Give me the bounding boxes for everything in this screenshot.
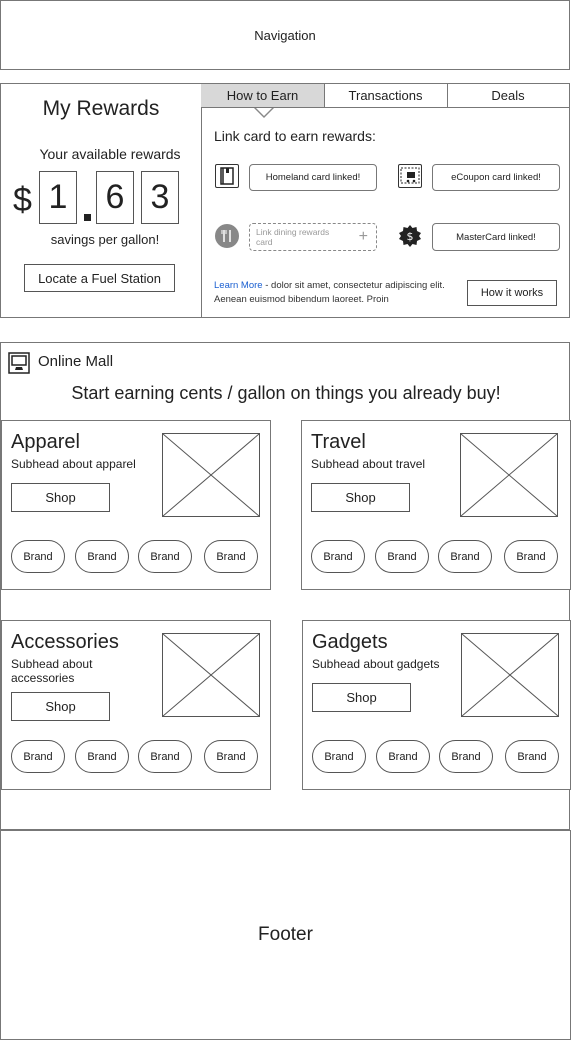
dining-icon xyxy=(215,224,239,248)
brand-button[interactable]: Brand xyxy=(11,540,65,573)
category-title: Gadgets xyxy=(312,631,388,653)
brand-button[interactable]: Brand xyxy=(75,540,129,573)
my-rewards-section: My Rewards Your available rewards $ 1 6 … xyxy=(1,84,202,317)
category-subhead: Subhead about gadgets xyxy=(312,657,440,671)
brand-button[interactable]: Brand xyxy=(505,740,559,773)
brand-button[interactable]: Brand xyxy=(204,740,258,773)
reward-digit: 1 xyxy=(39,171,77,224)
tab-transactions[interactable]: Transactions xyxy=(324,84,448,108)
image-placeholder xyxy=(461,633,559,717)
navigation-bar: Navigation xyxy=(0,0,570,70)
ecoupon-card-status[interactable]: eCoupon card linked! xyxy=(432,164,560,191)
category-card-travel: Travel Subhead about travel Shop Brand B… xyxy=(301,420,571,590)
category-card-gadgets: Gadgets Subhead about gadgets Shop Brand… xyxy=(302,620,571,790)
tab-deals[interactable]: Deals xyxy=(447,84,569,108)
online-mall-title: Online Mall xyxy=(38,353,114,370)
brand-button[interactable]: Brand xyxy=(376,740,430,773)
image-placeholder xyxy=(460,433,558,517)
category-subhead: Subhead about apparel xyxy=(11,457,136,471)
how-it-works-button[interactable]: How it works xyxy=(467,280,557,306)
footer-label: Footer xyxy=(258,924,313,945)
savings-label: savings per gallon! xyxy=(50,232,160,247)
online-mall-subtitle: Start earning cents / gallon on things y… xyxy=(71,383,501,403)
brand-button[interactable]: Brand xyxy=(11,740,65,773)
shopping-cart-icon xyxy=(398,164,422,188)
monitor-icon xyxy=(8,352,30,374)
brand-button[interactable]: Brand xyxy=(438,540,492,573)
image-placeholder xyxy=(162,433,260,517)
currency-symbol: $ xyxy=(13,181,32,219)
locate-fuel-station-button[interactable]: Locate a Fuel Station xyxy=(24,264,175,292)
navigation-label: Navigation xyxy=(254,27,316,43)
brand-button[interactable]: Brand xyxy=(75,740,129,773)
link-dining-card-button[interactable]: Link dining rewards card + xyxy=(249,223,377,251)
link-dining-label: Link dining rewards card xyxy=(256,227,330,247)
dollar-badge-icon: $ xyxy=(398,224,422,248)
book-icon xyxy=(215,164,239,188)
mastercard-status[interactable]: MasterCard linked! xyxy=(432,223,560,251)
available-rewards-label: Your available rewards xyxy=(39,146,181,162)
category-card-accessories: Accessories Subhead about accessories Sh… xyxy=(1,620,271,790)
link-card-title: Link card to earn rewards: xyxy=(214,128,376,144)
category-subhead: Subhead about travel xyxy=(311,457,426,471)
shop-button[interactable]: Shop xyxy=(312,683,411,712)
active-tab-pointer-fill xyxy=(256,108,272,116)
brand-button[interactable]: Brand xyxy=(204,540,258,573)
shop-button[interactable]: Shop xyxy=(311,483,410,512)
category-card-apparel: Apparel Subhead about apparel Shop Brand… xyxy=(1,420,271,590)
my-rewards-title: My Rewards xyxy=(42,97,160,120)
brand-button[interactable]: Brand xyxy=(138,540,192,573)
decimal-point xyxy=(84,214,91,221)
image-placeholder xyxy=(162,633,260,717)
shop-button[interactable]: Shop xyxy=(11,692,110,721)
brand-button[interactable]: Brand xyxy=(312,740,366,773)
brand-button[interactable]: Brand xyxy=(504,540,558,573)
add-icon: + xyxy=(358,228,368,245)
brand-button[interactable]: Brand xyxy=(138,740,192,773)
brand-button[interactable]: Brand xyxy=(311,540,365,573)
shop-button[interactable]: Shop xyxy=(11,483,110,512)
category-title: Travel xyxy=(311,431,366,453)
brand-button[interactable]: Brand xyxy=(375,540,429,573)
category-title: Accessories xyxy=(11,631,119,653)
homeland-card-status[interactable]: Homeland card linked! xyxy=(249,164,377,191)
reward-digit: 3 xyxy=(141,171,179,224)
svg-text:$: $ xyxy=(407,230,414,243)
tab-how-to-earn[interactable]: How to Earn xyxy=(201,84,325,108)
online-mall-section: Online Mall Start earning cents / gallon… xyxy=(0,342,571,830)
earn-info-text: Learn More - dolor sit amet, consectetur… xyxy=(214,279,459,307)
rewards-panel: My Rewards Your available rewards $ 1 6 … xyxy=(0,83,570,318)
learn-more-link[interactable]: Learn More xyxy=(214,280,263,291)
reward-digit: 6 xyxy=(96,171,134,224)
footer: Footer xyxy=(0,830,571,1040)
brand-button[interactable]: Brand xyxy=(439,740,493,773)
category-title: Apparel xyxy=(11,431,80,453)
category-subhead: Subhead about accessories xyxy=(11,657,93,685)
